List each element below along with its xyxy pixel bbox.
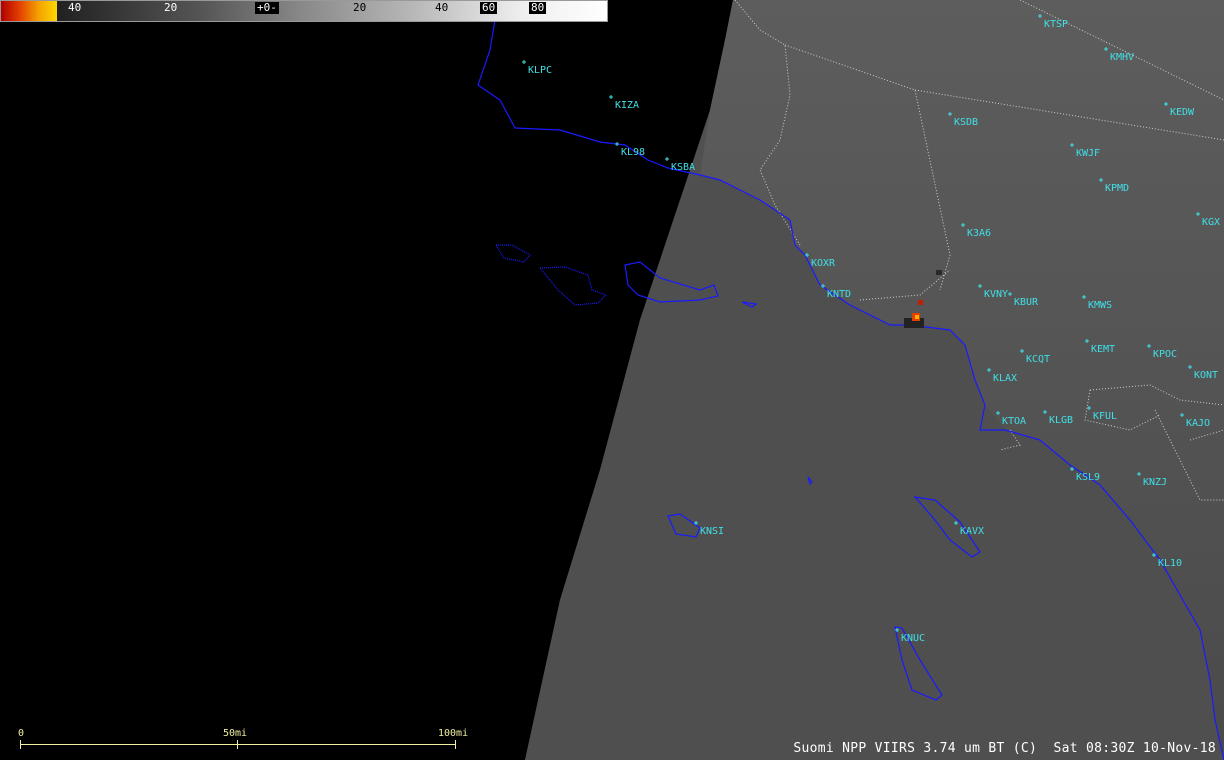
scale-tick [455, 740, 456, 749]
station-label: KEMT [1091, 344, 1115, 355]
colorbar-tick: 20 [353, 1, 367, 14]
station-label: KTSP [1044, 19, 1068, 30]
station-label: KMWS [1088, 300, 1112, 311]
colorbar-tick: +0- [255, 1, 279, 14]
station-label: KEDW [1170, 107, 1195, 118]
station-label: KCQT [1026, 354, 1050, 365]
colorbar-tick: 80 [529, 1, 547, 14]
product-label: Suomi NPP VIIRS 3.74 um BT (C) [793, 741, 1038, 756]
station-label: KL98 [621, 147, 645, 158]
station-label: KSDB [954, 117, 978, 128]
scale-tick [237, 740, 238, 749]
distance-scale-bar: 0 50mi 100mi [18, 728, 468, 752]
colorbar-tick: 40 [68, 1, 82, 14]
station-label: KSL9 [1076, 472, 1100, 483]
scale-label-50: 50mi [223, 728, 248, 739]
fire-color-segment [1, 1, 57, 21]
station-label: KVNY [984, 289, 1008, 300]
timestamp-label: Sat 08:30Z 10-Nov-18 [1053, 741, 1216, 756]
colorbar-tick: 60 [480, 1, 498, 14]
satellite-map: KTSP KMHV KEDW KLPC KIZA KSDB KL98 KSBA KWJF KPMD… [0, 0, 1224, 760]
station-label: KWJF [1076, 148, 1100, 159]
station-label: K3A6 [967, 228, 991, 239]
station-label: KLGB [1049, 415, 1073, 426]
station-label: KPOC [1153, 349, 1177, 360]
station-label: KFUL [1093, 411, 1117, 422]
station-label: KSBA [671, 162, 695, 173]
scale-label-0: 0 [18, 728, 25, 739]
scale-line [20, 744, 456, 745]
colorbar-tick: 40 [435, 1, 449, 14]
station-label: KONT [1194, 370, 1218, 381]
station-label: KOXR [811, 258, 836, 269]
station-label: KMHV [1110, 52, 1134, 63]
station-label: KAVX [960, 526, 984, 537]
color-scale-bar: 40 20 +0- 20 40 60 80 [0, 0, 608, 22]
station-label: KGX [1202, 217, 1220, 228]
station-label: KPMD [1105, 183, 1129, 194]
station-label: KNUC [901, 633, 925, 644]
image-caption: Suomi NPP VIIRS 3.74 um BT (C) Sat 08:30… [793, 741, 1216, 756]
station-label: KNZJ [1143, 477, 1167, 488]
station-label: KTOA [1002, 416, 1026, 427]
scale-label-100: 100mi [438, 728, 469, 739]
station-label: KIZA [615, 100, 639, 111]
station-label: KLAX [993, 373, 1017, 384]
station-label: KNSI [700, 526, 724, 537]
scale-tick [20, 740, 21, 749]
station-label: KAJO [1186, 418, 1210, 429]
station-label: KLPC [528, 65, 552, 76]
station-label: KBUR [1014, 297, 1039, 308]
colorbar-tick: 20 [164, 1, 178, 14]
station-label: KNTD [827, 289, 851, 300]
station-label: KL10 [1158, 558, 1182, 569]
